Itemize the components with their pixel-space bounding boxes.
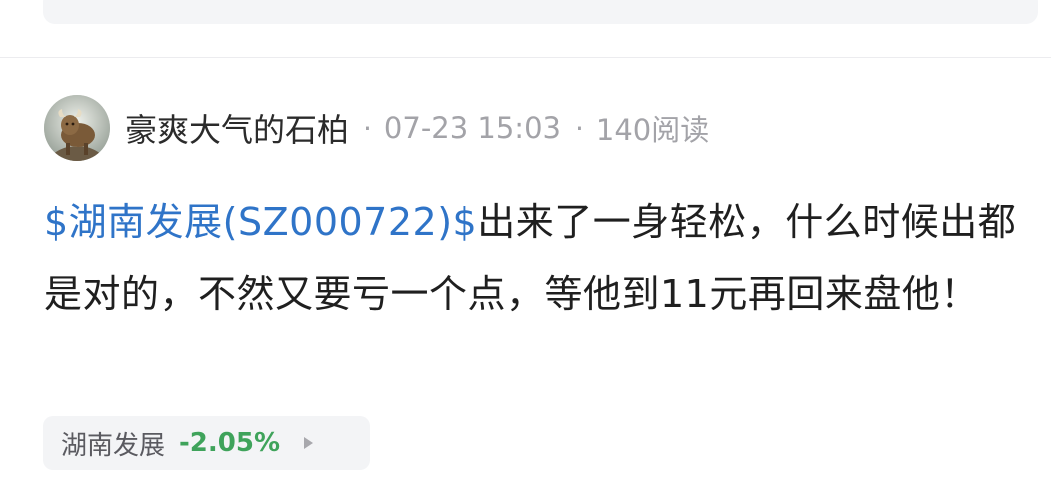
play-arrow-icon	[304, 437, 314, 449]
stock-tag-change: -2.05%	[179, 428, 281, 458]
feed: 豪爽大气的石柏 · 07-23 15:03 · 140阅读 $湖南发展(SZ00…	[0, 0, 1051, 495]
post-timestamp: 07-23 15:03	[383, 111, 561, 145]
post-meta: 豪爽大气的石柏 · 07-23 15:03 · 140阅读	[125, 102, 709, 154]
previous-post-card[interactable]	[43, 0, 1038, 24]
bull-avatar-icon	[44, 95, 110, 161]
meta-separator: ·	[574, 111, 584, 145]
stock-link[interactable]: $湖南发展(SZ000722)$	[44, 200, 477, 244]
read-count: 140阅读	[595, 113, 710, 147]
avatar[interactable]	[44, 95, 110, 161]
stock-tag-name: 湖南发展	[61, 430, 166, 461]
post-content[interactable]: $湖南发展(SZ000722)$出来了一身轻松，什么时候出都是对的，不然又要亏一…	[44, 186, 1029, 330]
author-name[interactable]: 豪爽大气的石柏	[125, 105, 349, 151]
meta-separator: ·	[363, 111, 372, 145]
stock-tag[interactable]: 湖南发展 -2.05%	[43, 416, 370, 470]
post-card: 豪爽大气的石柏 · 07-23 15:03 · 140阅读 $湖南发展(SZ00…	[0, 58, 1051, 495]
